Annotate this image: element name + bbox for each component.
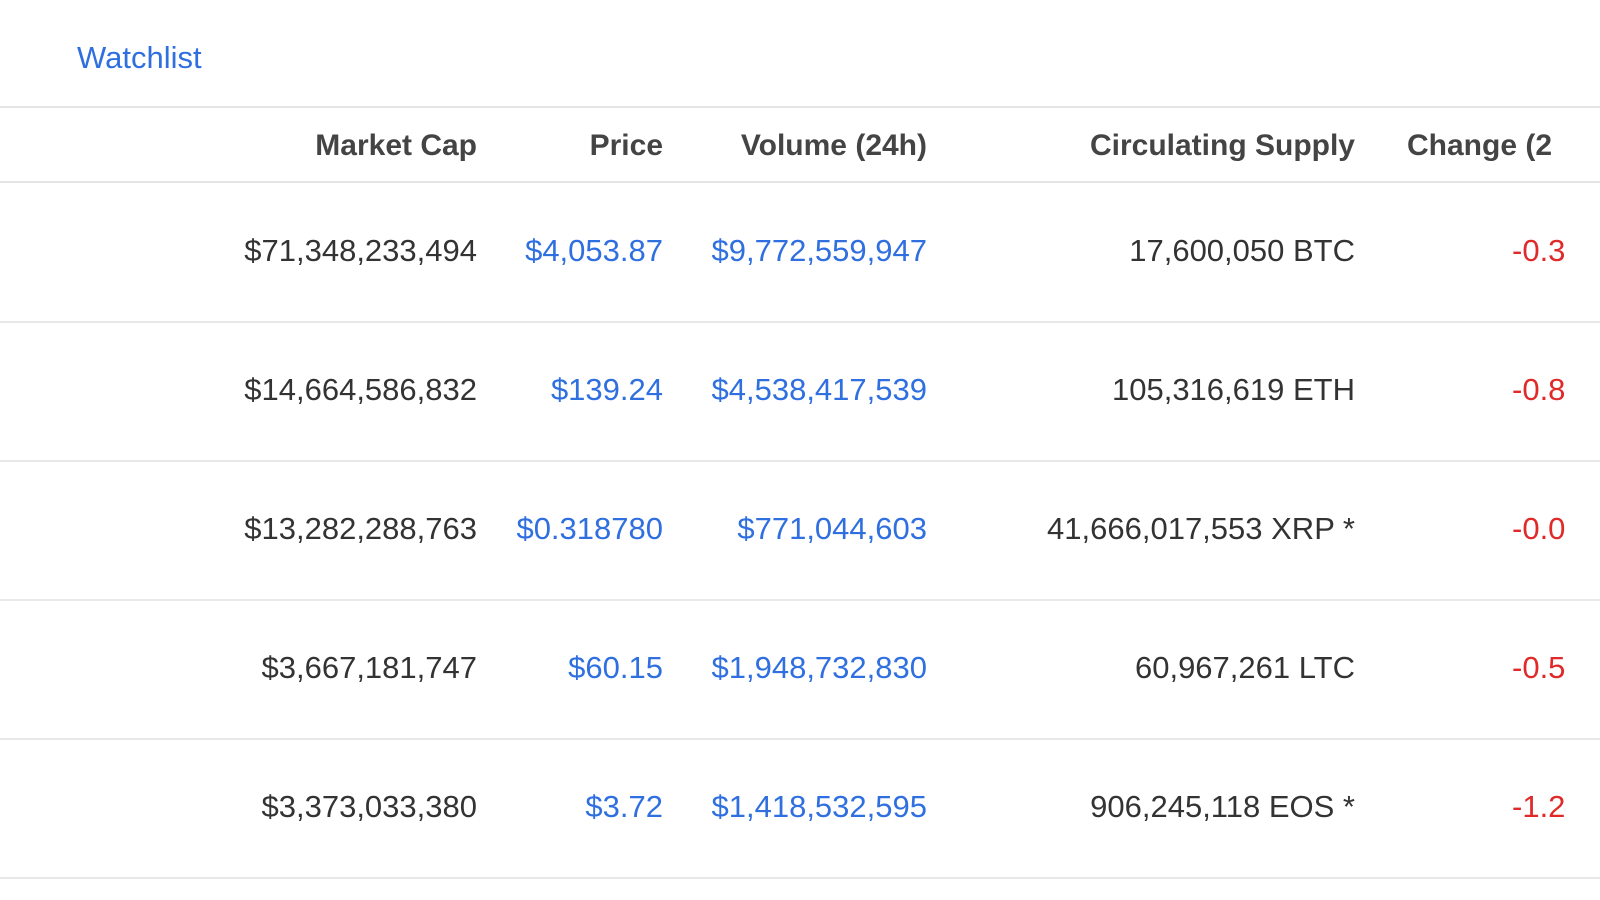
table-header-row: Market Cap Price Volume (24h) Circulatin… [0,108,1600,183]
supply-cell: 41,666,017,553 XRP * [1047,511,1355,546]
volume-link[interactable]: $4,538,417,539 [712,374,928,405]
change-cell: -0.0 [1512,511,1566,546]
table-row[interactable]: $3,373,033,380 $3.72 $1,418,532,595 906,… [0,739,1600,879]
table-row[interactable]: $14,664,586,832 $139.24 $4,538,417,539 1… [0,322,1600,462]
supply-cell: 17,600,050 BTC [1129,233,1355,268]
watchlist-link[interactable]: Watchlist [77,40,202,76]
market-cap-cell: $3,373,033,380 [261,789,478,824]
change-cell: -1.2 [1512,789,1566,824]
header-price[interactable]: Price [590,131,663,161]
volume-link[interactable]: $1,418,532,595 [712,791,928,822]
header-market-cap[interactable]: Market Cap [315,131,477,161]
table-row[interactable]: $71,348,233,494 $4,053.87 $9,772,559,947… [0,183,1600,323]
price-link[interactable]: $139.24 [551,374,663,405]
volume-link[interactable]: $771,044,603 [737,513,927,544]
price-link[interactable]: $0.318780 [516,513,663,544]
price-link[interactable]: $4,053.87 [525,235,663,266]
volume-link[interactable]: $9,772,559,947 [712,235,928,266]
market-cap-cell: $71,348,233,494 [244,233,477,268]
price-link[interactable]: $3.72 [585,791,663,822]
supply-cell: 105,316,619 ETH [1111,372,1355,407]
change-cell: -0.5 [1512,650,1566,685]
header-change[interactable]: Change (2 [1407,131,1552,161]
market-cap-cell: $3,667,181,747 [261,650,478,685]
table-row[interactable]: $3,667,181,747 $60.15 $1,948,732,830 60,… [0,600,1600,740]
change-cell: -0.3 [1512,233,1566,268]
supply-cell: 906,245,118 EOS * [1090,789,1355,824]
price-link[interactable]: $60.15 [568,652,663,683]
table-row[interactable]: $13,282,288,763 $0.318780 $771,044,603 4… [0,461,1600,601]
volume-link[interactable]: $1,948,732,830 [712,652,928,683]
supply-cell: 60,967,261 LTC [1134,650,1355,685]
market-cap-cell: $13,282,288,763 [244,511,477,546]
top-nav-bar: Watchlist [0,0,1600,108]
header-volume-24h[interactable]: Volume (24h) [741,131,927,161]
change-cell: -0.8 [1512,372,1566,407]
header-circulating-supply[interactable]: Circulating Supply [1090,131,1355,161]
market-cap-cell: $14,664,586,832 [244,372,477,407]
